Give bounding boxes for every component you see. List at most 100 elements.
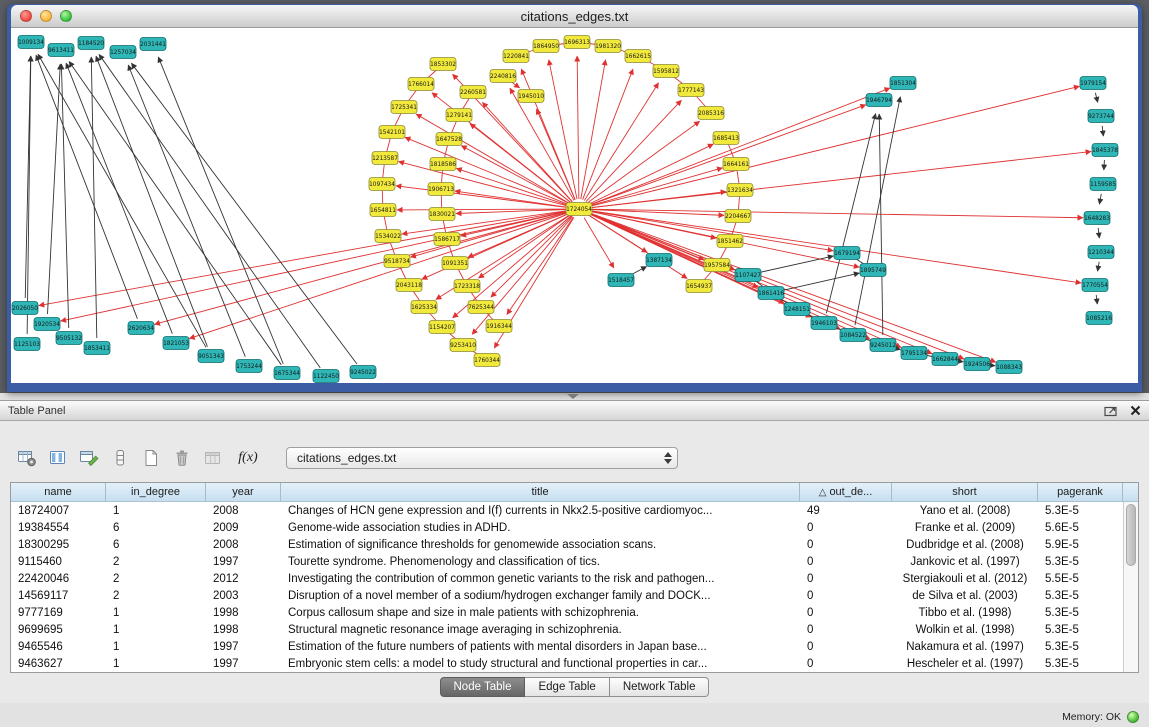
network-edge[interactable] [507, 217, 573, 314]
network-node[interactable]: 1654811 [370, 204, 396, 217]
panel-collapse-handle[interactable] [567, 394, 579, 399]
network-node[interactable]: 1220841 [503, 50, 529, 63]
network-node[interactable]: 1122450 [313, 370, 339, 383]
network-node[interactable]: 1518457 [608, 274, 634, 287]
network-edge[interactable] [758, 256, 834, 273]
network-edge[interactable] [586, 100, 682, 202]
network-node[interactable]: 1097434 [369, 178, 395, 191]
network-node[interactable]: 1091351 [442, 257, 468, 270]
network-edge[interactable] [131, 63, 357, 364]
network-edge[interactable] [399, 162, 570, 207]
network-edge[interactable] [781, 273, 860, 291]
network-node[interactable]: 1125103 [14, 338, 40, 351]
edit-table-button[interactable] [76, 446, 102, 470]
network-node[interactable]: 1760344 [474, 354, 500, 367]
network-node[interactable]: 1920534 [34, 318, 60, 331]
network-node[interactable]: 1664161 [723, 158, 749, 171]
network-node[interactable]: 1662844 [932, 353, 958, 366]
network-edge[interactable] [1104, 160, 1105, 170]
function-builder-button[interactable]: f(x) [231, 446, 265, 470]
network-node[interactable]: 1654937 [686, 280, 712, 293]
network-node[interactable]: 2026050 [12, 302, 38, 315]
network-edge[interactable] [461, 146, 570, 205]
network-node[interactable]: 2031441 [140, 38, 166, 51]
network-node[interactable]: 9518734 [384, 255, 410, 268]
float-panel-button[interactable] [1104, 405, 1118, 417]
network-node[interactable]: 1648283 [1084, 212, 1110, 225]
network-node[interactable]: 2204667 [725, 210, 751, 223]
network-edge[interactable] [581, 60, 606, 199]
network-node[interactable]: 1845378 [1092, 144, 1118, 157]
network-node[interactable]: 1795134 [901, 347, 927, 360]
network-node[interactable]: 1696313 [564, 36, 590, 49]
network-edge[interactable] [61, 64, 68, 328]
table-scrollbar[interactable] [1123, 502, 1138, 672]
network-edge[interactable] [1102, 126, 1103, 136]
network-edge[interactable] [589, 209, 1083, 218]
column-header-short[interactable]: short [892, 483, 1038, 501]
network-node[interactable]: 1946794 [866, 94, 892, 107]
network-node[interactable]: 2260581 [460, 86, 486, 99]
network-node[interactable]: 1679194 [834, 247, 860, 260]
network-node[interactable]: 1279141 [446, 109, 472, 122]
network-edge[interactable] [584, 83, 658, 201]
network-node[interactable]: 1662615 [625, 50, 651, 63]
network-edge[interactable] [588, 212, 995, 362]
network-node[interactable]: 1777143 [678, 84, 704, 97]
network-node[interactable]: 9253410 [450, 339, 476, 352]
network-edge[interactable] [577, 56, 579, 199]
network-edge[interactable] [588, 213, 964, 359]
network-edge[interactable] [1095, 93, 1097, 103]
network-node[interactable]: 2620634 [128, 322, 154, 335]
network-node[interactable]: 1830021 [429, 208, 455, 221]
new-document-button[interactable] [138, 446, 164, 470]
column-header-in_degree[interactable]: in_degree [106, 483, 206, 501]
minimize-window-button[interactable] [40, 10, 52, 22]
network-node[interactable]: 1864950 [533, 40, 559, 53]
network-edge[interactable] [589, 152, 1091, 208]
network-edge[interactable] [155, 212, 570, 325]
network-edge[interactable] [39, 211, 569, 306]
network-edge[interactable] [549, 60, 577, 199]
network-node[interactable]: 1084522 [840, 329, 866, 342]
network-node[interactable]: 1586717 [434, 233, 460, 246]
network-node[interactable]: 1321634 [727, 184, 753, 197]
rows-button[interactable] [107, 446, 133, 470]
tab-edge-table[interactable]: Edge Table [525, 677, 609, 697]
network-node[interactable]: 1184520 [78, 37, 104, 50]
network-edge[interactable] [36, 55, 137, 319]
network-node[interactable]: 9505132 [56, 332, 82, 345]
table-row[interactable]: 946362711997Embryonic stem cells: a mode… [11, 655, 1138, 672]
network-edge[interactable] [510, 88, 574, 200]
network-node[interactable]: 9613411 [48, 44, 74, 57]
network-edge[interactable] [99, 54, 320, 367]
column-header-title[interactable]: title [281, 483, 800, 501]
network-node[interactable]: 1981320 [595, 40, 621, 53]
network-node[interactable]: 1945010 [518, 90, 544, 103]
network-edge[interactable] [588, 213, 932, 354]
network-edge[interactable] [158, 57, 283, 364]
network-node[interactable]: 1861416 [758, 287, 784, 300]
network-node[interactable]: 1625334 [411, 301, 437, 314]
network-node[interactable]: 1818586 [430, 158, 456, 171]
network-edge[interactable] [96, 56, 207, 347]
network-edge[interactable] [584, 218, 614, 268]
network-node[interactable]: 1595812 [653, 65, 679, 78]
network-node[interactable]: 1210344 [1088, 246, 1114, 259]
column-header-name[interactable]: name [11, 483, 106, 501]
network-node[interactable]: 1107427 [735, 269, 761, 282]
network-window-titlebar[interactable]: citations_edges.txt [11, 5, 1138, 28]
network-node[interactable]: 1946103 [811, 317, 837, 330]
network-edge[interactable] [583, 69, 633, 200]
table-row[interactable]: 1830029562008Estimation of significance … [11, 536, 1138, 553]
network-edge[interactable] [855, 97, 900, 325]
network-node[interactable]: 1154207 [429, 321, 455, 334]
network-node[interactable]: 1723318 [454, 280, 480, 293]
network-node[interactable]: 1916344 [486, 320, 512, 333]
network-node[interactable]: 1009134 [18, 36, 44, 49]
network-node[interactable]: 1957584 [704, 259, 730, 272]
network-node[interactable]: 1724054 [566, 203, 592, 216]
table-row[interactable]: 1456911722003Disruption of a novel membe… [11, 587, 1138, 604]
network-node[interactable]: 1675344 [274, 367, 300, 380]
column-header-year[interactable]: year [206, 483, 281, 501]
